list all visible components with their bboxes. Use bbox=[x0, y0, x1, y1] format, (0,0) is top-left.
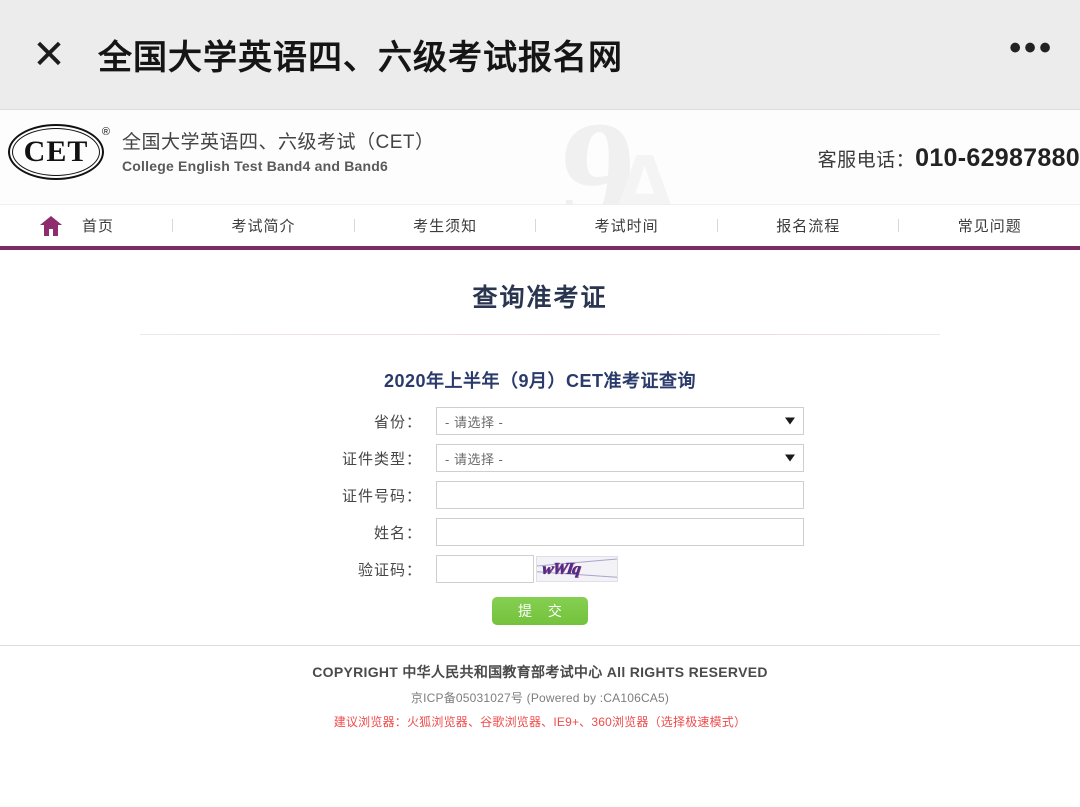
province-control: - 请选择 - bbox=[436, 407, 804, 435]
nav-item-0[interactable]: 首页 bbox=[82, 215, 114, 236]
id-number-label: 证件号码： bbox=[341, 487, 422, 505]
site-brand[interactable]: CET ® 全国大学英语四、六级考试（CET） College English … bbox=[8, 124, 435, 182]
name-input[interactable] bbox=[436, 518, 804, 546]
province-select-value: - 请选择 - bbox=[445, 414, 504, 430]
title-divider bbox=[140, 334, 940, 335]
province-label: 省份： bbox=[373, 413, 422, 431]
nav-item-3[interactable]: 考试时间 bbox=[595, 215, 659, 236]
province-select[interactable]: - 请选择 - bbox=[436, 407, 804, 435]
header-watermark-secondary: A bbox=[610, 135, 680, 205]
icp-license-text: 京ICP备05031027号 (Powered by :CA106CA5) bbox=[410, 691, 670, 705]
form-row-captcha: 验证码： wWIq bbox=[0, 555, 1080, 583]
service-phone-number: 010-62987880 bbox=[915, 144, 1080, 172]
nav-item-1[interactable]: 考试简介 bbox=[232, 215, 296, 236]
nav-divider-0 bbox=[172, 219, 174, 232]
captcha-label: 验证码： bbox=[357, 561, 422, 579]
nav-divider-4 bbox=[898, 219, 900, 232]
form-row-name: 姓名： bbox=[0, 518, 1080, 546]
main-navigation: 首页 考试简介 考生须知 考试时间 报名流程 常见问题 bbox=[0, 205, 1080, 250]
id-type-select-value: - 请选择 - bbox=[445, 451, 504, 467]
more-menu-icon[interactable]: ••• bbox=[1009, 31, 1054, 71]
service-phone: 客服电话：010-62987880 bbox=[818, 144, 1080, 173]
cet-logo: CET ® bbox=[8, 124, 110, 182]
brand-name-cn: 全国大学英语四、六级考试（CET） bbox=[122, 132, 435, 153]
brand-name-en: College English Test Band4 and Band6 bbox=[122, 158, 388, 174]
close-icon[interactable]: ✕ bbox=[26, 35, 72, 75]
copyright-text: COPYRIGHT 中华人民共和国教育部考试中心 All RIGHTS RESE… bbox=[312, 664, 768, 680]
captcha-image[interactable]: wWIq bbox=[536, 556, 618, 582]
name-label: 姓名： bbox=[373, 524, 422, 542]
id-type-control: - 请选择 - bbox=[436, 444, 804, 472]
ticket-query-form: 省份： - 请选择 - 证件类型： - 请选择 - 证件号码： 姓名： 验证码：… bbox=[0, 407, 1080, 625]
name-control bbox=[436, 518, 804, 546]
submit-row: 提 交 bbox=[0, 597, 1080, 625]
form-title: 2020年上半年（9月）CET准考证查询 bbox=[383, 371, 697, 391]
form-row-id-type: 证件类型： - 请选择 - bbox=[0, 444, 1080, 472]
nav-divider-3 bbox=[716, 219, 718, 232]
browser-title-bar: ✕ 全国大学英语四、六级考试报名网 ••• bbox=[0, 0, 1080, 110]
id-type-label: 证件类型： bbox=[341, 450, 422, 468]
captcha-control: wWIq bbox=[436, 555, 804, 583]
captcha-input[interactable] bbox=[436, 555, 534, 583]
id-number-input[interactable] bbox=[436, 481, 804, 509]
page-root: ✕ 全国大学英语四、六级考试报名网 ••• 9 A CET ® 全国大学英语四、… bbox=[0, 0, 1080, 807]
logo-text: CET bbox=[23, 135, 89, 168]
registered-trademark-icon: ® bbox=[101, 126, 110, 138]
browser-recommendation-text: 建议浏览器：火狐浏览器、谷歌浏览器、IE9+、360浏览器（选择极速模式） bbox=[333, 715, 747, 729]
form-row-province: 省份： - 请选择 - bbox=[0, 407, 1080, 435]
nav-divider-2 bbox=[535, 219, 537, 232]
main-content: 查询准考证 2020年上半年（9月）CET准考证查询 省份： - 请选择 - 证… bbox=[0, 250, 1080, 645]
site-footer: COPYRIGHT 中华人民共和国教育部考试中心 All RIGHTS RESE… bbox=[0, 645, 1080, 730]
nav-item-5[interactable]: 常见问题 bbox=[958, 215, 1022, 236]
captcha-text: wWIq bbox=[540, 559, 581, 578]
home-icon[interactable] bbox=[38, 214, 64, 238]
id-type-select[interactable]: - 请选择 - bbox=[436, 444, 804, 472]
site-header: 9 A CET ® 全国大学英语四、六级考试（CET） College Engl… bbox=[0, 110, 1080, 205]
browser-page-title: 全国大学英语四、六级考试报名网 bbox=[98, 39, 623, 77]
nav-item-4[interactable]: 报名流程 bbox=[776, 215, 840, 236]
nav-item-2[interactable]: 考生须知 bbox=[413, 215, 477, 236]
service-phone-label: 客服电话： bbox=[817, 150, 916, 171]
id-number-control bbox=[436, 481, 804, 509]
submit-button[interactable]: 提 交 bbox=[492, 597, 588, 625]
nav-divider-1 bbox=[353, 219, 355, 232]
bottom-strip bbox=[0, 793, 1080, 807]
page-title: 查询准考证 bbox=[472, 284, 608, 312]
form-row-id-number: 证件号码： bbox=[0, 481, 1080, 509]
